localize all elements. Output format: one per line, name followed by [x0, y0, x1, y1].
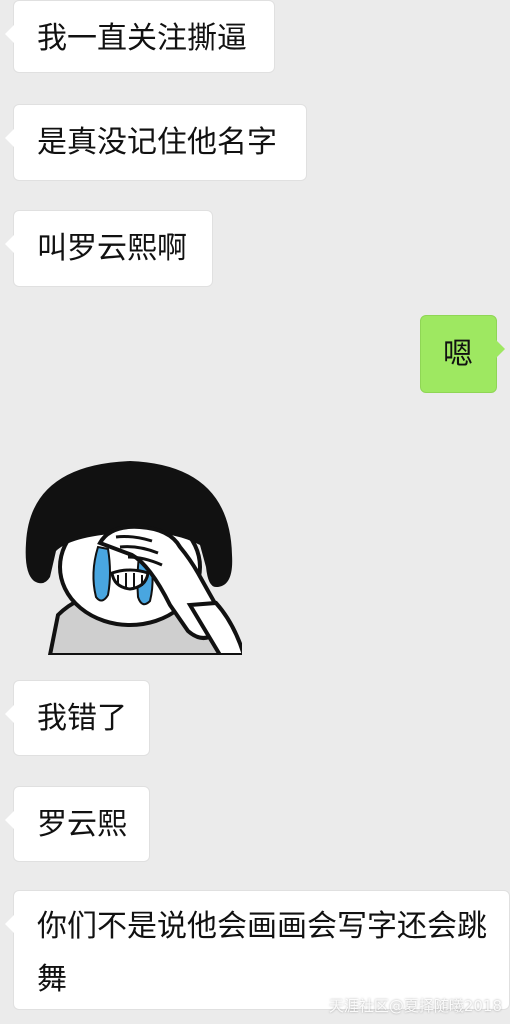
message-text: 我错了: [37, 701, 127, 736]
message-bubble-8[interactable]: 你们不是说他会画画会写字还会跳舞: [5, 890, 510, 1010]
message-bubble-6[interactable]: 我错了: [5, 680, 150, 756]
message-bubble-3[interactable]: 叫罗云熙啊: [5, 210, 213, 287]
message-bubble-2[interactable]: 是真没记住他名字: [5, 104, 307, 181]
message-bubble-1[interactable]: 我一直关注撕逼: [5, 0, 275, 73]
message-text: 你们不是说他会画画会写字还会跳舞: [37, 909, 487, 997]
crying-mushroom-head-sticker-icon[interactable]: [20, 455, 242, 655]
message-text: 我一直关注撕逼: [37, 21, 247, 56]
message-bubble-4-self[interactable]: 嗯: [420, 315, 505, 393]
watermark: 天涯社区@夏择随曦2018: [328, 997, 502, 1015]
message-text: 嗯: [443, 337, 473, 372]
message-text: 叫罗云熙啊: [37, 231, 187, 266]
message-bubble-7[interactable]: 罗云熙: [5, 786, 150, 862]
message-text: 是真没记住他名字: [37, 125, 277, 160]
message-text: 罗云熙: [37, 807, 127, 842]
